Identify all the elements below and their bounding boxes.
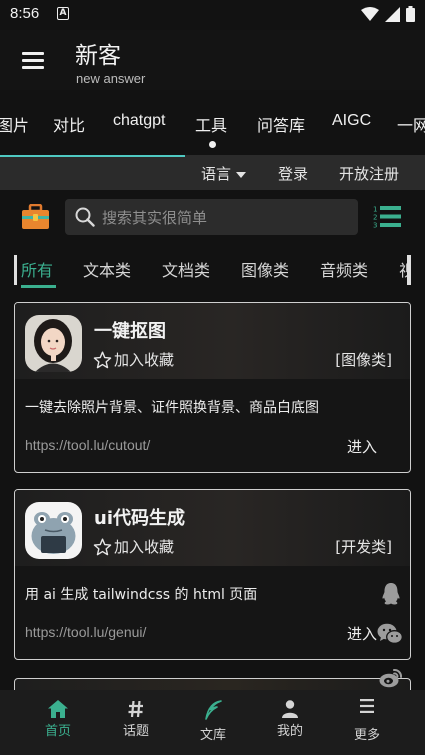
card-url[interactable]: https://tool.lu/cutout/ [25, 437, 150, 453]
card-category: [开发类] [335, 538, 392, 556]
nav-more-label: 更多 [353, 728, 380, 743]
nav-home-label: 首页 [44, 724, 71, 739]
bottom-navigation: 首页 话题 文库 我的 更多 [0, 690, 425, 755]
hamburger-menu-icon[interactable] [22, 52, 44, 70]
login-link[interactable]: 登录 [278, 163, 308, 184]
svg-text:2: 2 [373, 214, 377, 222]
scroll-edge-right [407, 255, 411, 285]
card-description: 用 ai 生成 tailwindcss 的 html 页面 [25, 587, 258, 603]
wechat-icon[interactable] [377, 623, 403, 645]
search-placeholder: 搜索其实很简单 [102, 209, 208, 227]
app-bar: 新客 new answer [0, 30, 425, 90]
battery-icon [406, 6, 415, 22]
nav-topics[interactable]: 话题 [97, 690, 175, 755]
status-bar: 8:56 A [0, 0, 425, 30]
app-title: 新客 [75, 43, 121, 69]
tab-category[interactable]: chatgpt [113, 112, 165, 130]
language-label: 语言 [201, 165, 232, 183]
add-favorite-button[interactable]: 加入收藏 [93, 349, 174, 370]
nav-library[interactable]: 文库 [174, 690, 252, 755]
nav-home[interactable]: 首页 [19, 690, 97, 755]
filter-tab-all[interactable]: 所有 [21, 257, 53, 281]
frog-avatar [25, 502, 82, 559]
filter-active-indicator [21, 285, 56, 288]
filter-tabs: 所有 文本类 文档类 图像类 音频类 视 [14, 253, 411, 291]
filter-tab-audio[interactable]: 音频类 [320, 257, 368, 281]
favorite-label: 加入收藏 [114, 538, 175, 556]
card-url[interactable]: https://tool.lu/genui/ [25, 624, 146, 640]
favorite-label: 加入收藏 [114, 351, 175, 369]
notification-icon: A [57, 7, 69, 20]
utility-bar: 语言 登录 开放注册 [0, 157, 425, 190]
nav-profile-label: 我的 [276, 724, 303, 739]
tab-category[interactable]: 问答库 [257, 112, 305, 136]
portrait-avatar [25, 315, 82, 372]
nav-topics-label: 话题 [122, 724, 149, 739]
chevron-down-icon [236, 171, 247, 178]
card-category: [图像类] [335, 351, 392, 369]
tool-card[interactable]: ui代码生成 加入收藏 [开发类] 用 ai 生成 tailwindcss 的 … [14, 489, 411, 660]
tab-category[interactable]: AIGC [332, 112, 371, 130]
hashtag-icon [128, 701, 143, 717]
card-title: 一键抠图 [94, 321, 166, 342]
register-link[interactable]: 开放注册 [339, 163, 399, 184]
tab-category-active[interactable]: 工具 [195, 112, 227, 136]
wifi-icon [361, 7, 379, 21]
enter-button[interactable]: 进入 [347, 436, 377, 457]
add-favorite-button[interactable]: 加入收藏 [93, 536, 174, 557]
search-icon [75, 207, 95, 227]
menu-icon [360, 699, 374, 713]
status-time: 8:56 [10, 5, 40, 22]
star-outline-icon [93, 537, 112, 555]
card-description: 一键去除照片背景、证件照换背景、商品白底图 [25, 400, 319, 416]
quill-icon [205, 700, 222, 720]
card-title: ui代码生成 [94, 508, 185, 529]
home-icon [48, 700, 68, 718]
enter-button[interactable]: 进入 [347, 623, 377, 644]
nav-library-label: 文库 [199, 728, 226, 743]
star-outline-icon [93, 350, 112, 368]
qq-icon[interactable] [381, 582, 401, 606]
nav-more[interactable]: 更多 [328, 690, 406, 755]
signal-icon [385, 6, 400, 22]
weibo-icon[interactable] [379, 668, 403, 688]
app-subtitle: new answer [76, 71, 146, 86]
nav-profile[interactable]: 我的 [251, 690, 329, 755]
status-icons [361, 6, 415, 22]
tab-category[interactable]: 对比 [53, 112, 85, 136]
svg-text:3: 3 [373, 222, 377, 230]
language-dropdown[interactable]: 语言 [201, 163, 247, 184]
filter-tab-text[interactable]: 文本类 [83, 257, 131, 281]
filter-tab-document[interactable]: 文档类 [162, 257, 210, 281]
scroll-edge-left [14, 255, 17, 285]
active-tab-dot [209, 141, 216, 148]
svg-text:1: 1 [373, 206, 377, 214]
search-input[interactable]: 搜索其实很简单 [65, 199, 358, 235]
numbered-list-icon[interactable]: 1 2 3 [373, 205, 401, 229]
tab-category[interactable]: 一网 [397, 112, 425, 136]
toolbox-icon[interactable] [22, 204, 49, 230]
filter-tab-image[interactable]: 图像类 [241, 257, 289, 281]
tool-card[interactable]: 一键抠图 加入收藏 [图像类] 一键去除照片背景、证件照换背景、商品白底图 ht… [14, 302, 411, 473]
tab-category[interactable]: 图片 [0, 112, 29, 136]
person-icon [282, 700, 298, 718]
